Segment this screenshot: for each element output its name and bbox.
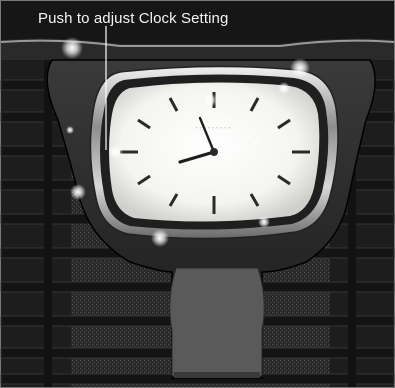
dashboard-clock-photo: ••••••••• bbox=[0, 0, 395, 388]
svg-text:•••••••••: ••••••••• bbox=[196, 126, 233, 132]
clock-stem bbox=[169, 267, 265, 377]
annotation-caption: Push to adjust Clock Setting bbox=[38, 10, 229, 27]
